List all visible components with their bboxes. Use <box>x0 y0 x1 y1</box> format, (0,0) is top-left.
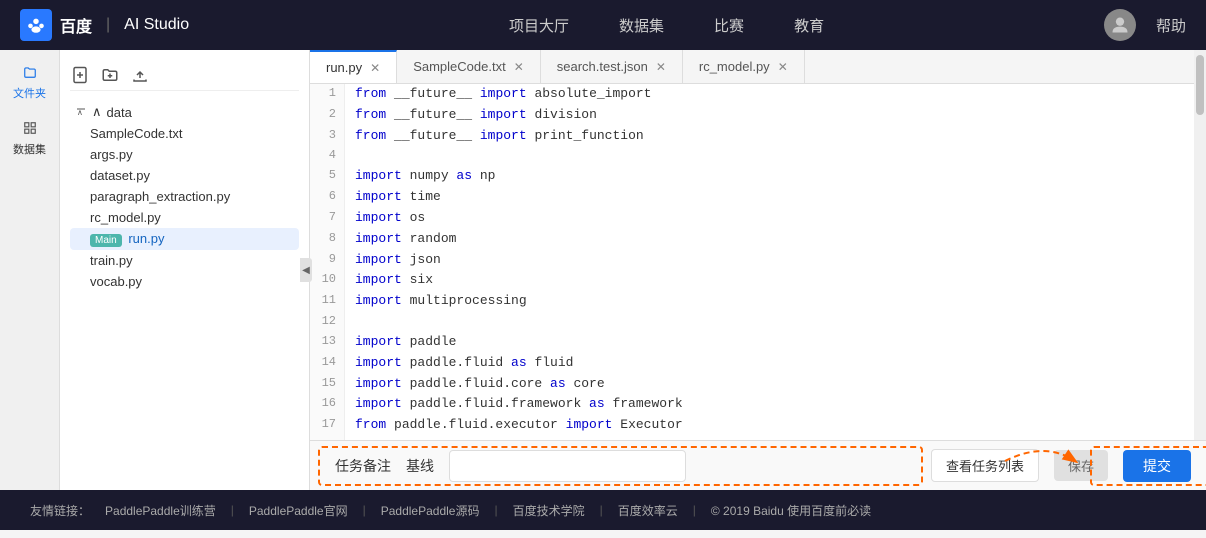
tab-searchtest[interactable]: search.test.json ✕ <box>541 50 683 83</box>
task-note-label: 任务备注 <box>335 456 391 476</box>
tabs-bar: run.py ✕ SampleCode.txt ✕ search.test.js… <box>310 50 1206 84</box>
footer-link-2[interactable]: PaddlePaddle官网 <box>249 502 348 519</box>
code-line-4: 4 <box>310 146 1206 166</box>
file-train[interactable]: train.py <box>70 250 299 271</box>
code-line-6: 6 import time <box>310 187 1206 208</box>
tab-runpy-label: run.py <box>326 60 362 75</box>
footer-link-1[interactable]: PaddlePaddle训练营 <box>105 502 216 519</box>
footer-divider-1: | <box>231 503 234 517</box>
main-container: 文件夹 数据集 <box>0 50 1206 490</box>
view-tasks-button[interactable]: 查看任务列表 <box>931 449 1039 482</box>
collapse-arrow[interactable]: ◀ <box>300 258 312 282</box>
baseline-label: 基线 <box>406 456 434 476</box>
tab-rcmodel-label: rc_model.py <box>699 59 770 74</box>
main-badge: Main <box>90 234 122 247</box>
baidu-logo-icon <box>20 9 52 41</box>
code-line-7: 7 import os <box>310 208 1206 229</box>
avatar[interactable] <box>1104 9 1136 41</box>
folder-data-name: data <box>107 105 132 120</box>
tab-rcmodel[interactable]: rc_model.py ✕ <box>683 50 805 83</box>
tab-searchtest-close[interactable]: ✕ <box>656 60 666 74</box>
footer-divider-5: | <box>693 503 696 517</box>
studio-text: AI Studio <box>124 16 189 34</box>
sidebar-item-folder[interactable]: 文件夹 <box>12 65 48 101</box>
code-line-3: 3 from __future__ import print_function <box>310 126 1206 147</box>
code-line-5: 5 import numpy as np <box>310 166 1206 187</box>
nav-items: 项目大厅 数据集 比赛 教育 <box>229 15 1104 36</box>
new-file-icon[interactable] <box>70 65 90 85</box>
baidu-text: 百度 <box>60 13 92 37</box>
code-line-12: 12 <box>310 312 1206 332</box>
footer-copyright: © 2019 Baidu 使用百度前必读 <box>711 502 871 519</box>
tab-samplecode[interactable]: SampleCode.txt ✕ <box>397 50 541 83</box>
footer-divider-4: | <box>600 503 603 517</box>
code-line-8: 8 import random <box>310 229 1206 250</box>
code-line-16: 16 import paddle.fluid.framework as fram… <box>310 394 1206 415</box>
file-tree: ∧ ∧ data SampleCode.txt args.py dataset.… <box>60 50 310 490</box>
code-line-14: 14 import paddle.fluid as fluid <box>310 353 1206 374</box>
tab-rcmodel-close[interactable]: ✕ <box>778 60 788 74</box>
svg-text:∧: ∧ <box>77 108 83 117</box>
header-right: 帮助 <box>1104 9 1186 41</box>
code-line-10: 10 import six <box>310 270 1206 291</box>
code-line-1: 1 from __future__ import absolute_import <box>310 84 1206 105</box>
scrollbar-thumb[interactable] <box>1196 55 1204 115</box>
nav-item-projects[interactable]: 项目大厅 <box>509 15 569 36</box>
save-button[interactable]: 保存 <box>1054 450 1108 481</box>
code-line-9: 9 import json <box>310 250 1206 271</box>
code-line-11: 11 import multiprocessing <box>310 291 1206 312</box>
footer-divider-2: | <box>363 503 366 517</box>
bottom-panel: 任务备注 基线 查看任务列表 保存 提交 <box>310 440 1206 490</box>
code-line-15: 15 import paddle.fluid.core as core <box>310 374 1206 395</box>
scrollbar-track[interactable] <box>1194 50 1206 490</box>
new-folder-icon[interactable] <box>100 65 120 85</box>
code-line-2: 2 from __future__ import division <box>310 105 1206 126</box>
submit-button[interactable]: 提交 <box>1123 450 1191 482</box>
footer-divider-3: | <box>494 503 497 517</box>
help-text[interactable]: 帮助 <box>1156 15 1186 36</box>
tab-runpy-close[interactable]: ✕ <box>370 61 380 75</box>
nav-item-competition[interactable]: 比赛 <box>714 15 744 36</box>
footer: 友情链接： PaddlePaddle训练营 | PaddlePaddle官网 |… <box>0 490 1206 530</box>
sidebar: 文件夹 数据集 <box>0 50 60 490</box>
file-paragraph[interactable]: paragraph_extraction.py <box>70 186 299 207</box>
tab-searchtest-label: search.test.json <box>557 59 648 74</box>
sidebar-item-datasets[interactable]: 数据集 <box>12 121 48 157</box>
footer-link-5[interactable]: 百度效率云 <box>618 502 678 519</box>
file-samplecode[interactable]: SampleCode.txt <box>70 123 299 144</box>
tab-samplecode-close[interactable]: ✕ <box>514 60 524 74</box>
task-input[interactable] <box>449 450 686 482</box>
footer-link-4[interactable]: 百度技术学院 <box>513 502 585 519</box>
header: 百度 | AI Studio 项目大厅 数据集 比赛 教育 帮助 <box>0 0 1206 50</box>
sidebar-datasets-label: 数据集 <box>13 141 46 157</box>
footer-link-3[interactable]: PaddlePaddle源码 <box>381 502 480 519</box>
file-args[interactable]: args.py <box>70 144 299 165</box>
file-tree-header <box>70 60 299 91</box>
run-py-label: run.py <box>128 231 164 246</box>
logo-divider: | <box>106 16 110 34</box>
file-dataset[interactable]: dataset.py <box>70 165 299 186</box>
nav-item-datasets[interactable]: 数据集 <box>619 15 664 36</box>
code-line-13: 13 import paddle <box>310 332 1206 353</box>
file-vocab[interactable]: vocab.py <box>70 271 299 292</box>
code-editor[interactable]: 1 from __future__ import absolute_import… <box>310 84 1206 440</box>
file-runpy[interactable]: Main run.py <box>70 228 299 250</box>
footer-prefix: 友情链接： <box>30 502 90 519</box>
editor-area: run.py ✕ SampleCode.txt ✕ search.test.js… <box>310 50 1206 490</box>
logo-area: 百度 | AI Studio <box>20 9 189 41</box>
folder-data[interactable]: ∧ ∧ data <box>70 101 299 123</box>
file-rcmodel[interactable]: rc_model.py <box>70 207 299 228</box>
tab-runpy[interactable]: run.py ✕ <box>310 50 397 83</box>
nav-item-education[interactable]: 教育 <box>794 15 824 36</box>
upload-icon[interactable] <box>130 65 150 85</box>
tab-samplecode-label: SampleCode.txt <box>413 59 506 74</box>
code-line-17: 17 from paddle.fluid.executor import Exe… <box>310 415 1206 436</box>
sidebar-folder-label: 文件夹 <box>13 85 46 101</box>
